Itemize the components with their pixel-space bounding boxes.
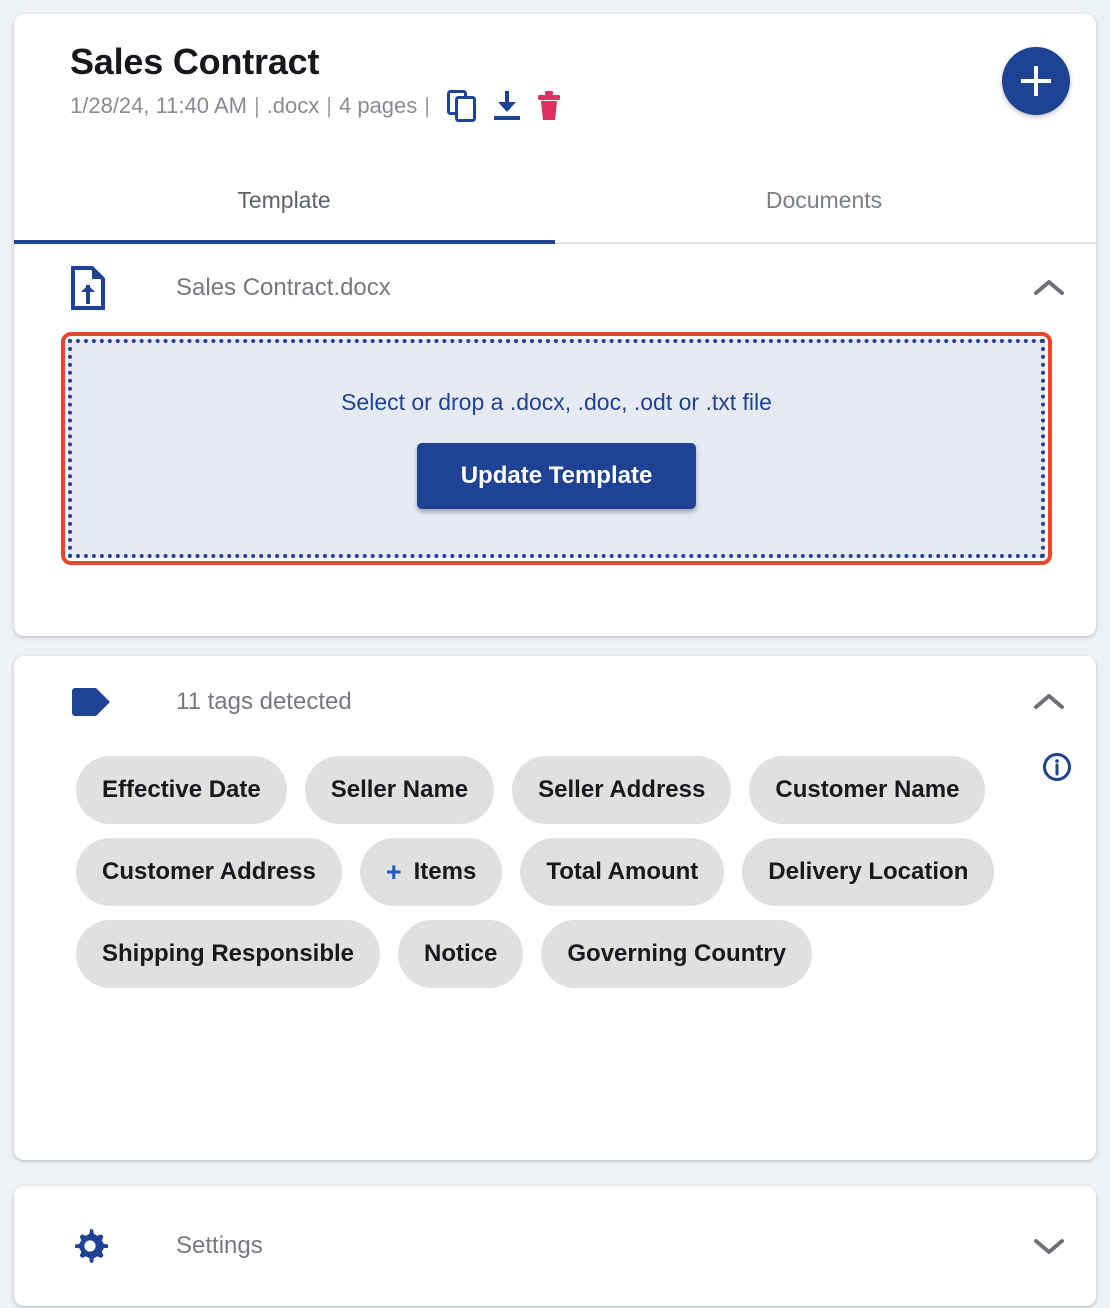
app-root: Sales Contract 1/28/24, 11:40 AM | .docx…: [0, 0, 1110, 1308]
active-tab-indicator: [14, 240, 555, 244]
download-icon[interactable]: [494, 91, 520, 121]
gear-icon: [70, 1226, 114, 1266]
plus-icon: +: [385, 856, 402, 887]
tag-chip[interactable]: Seller Name: [304, 756, 495, 824]
tags-card: 11 tags detected Effective Date Seller Na…: [14, 656, 1096, 1160]
settings-title: Settings: [176, 1232, 263, 1259]
tab-documents[interactable]: Documents: [554, 162, 1094, 242]
template-card: Sales Contract 1/28/24, 11:40 AM | .docx…: [14, 14, 1096, 636]
meta-separator: |: [326, 93, 332, 118]
tab-template[interactable]: Template: [14, 162, 554, 242]
file-upload-icon: [70, 266, 114, 310]
update-template-button[interactable]: Update Template: [416, 442, 697, 509]
tag-chip[interactable]: Seller Address: [512, 756, 732, 824]
add-button[interactable]: [1002, 47, 1070, 115]
tag-chip-label: Governing Country: [567, 940, 787, 967]
tag-chip[interactable]: Notice: [398, 920, 524, 988]
tag-chip[interactable]: Governing Country: [541, 920, 813, 988]
tag-chip[interactable]: + Items: [359, 838, 503, 906]
settings-row[interactable]: Settings: [14, 1186, 1096, 1306]
template-filename: Sales Contract.docx: [176, 274, 391, 301]
delete-icon[interactable]: [537, 91, 561, 121]
chevron-up-icon[interactable]: [1032, 685, 1066, 719]
tag-chip-label: Notice: [424, 940, 498, 967]
template-file-row[interactable]: Sales Contract.docx: [14, 244, 1096, 332]
meta-separator: |: [253, 93, 260, 118]
document-meta: 1/28/24, 11:40 AM | .docx | 4 pages |: [70, 90, 1066, 122]
tags-header-row[interactable]: 11 tags detected: [14, 656, 1096, 748]
tag-chip-label: Customer Address: [102, 858, 316, 885]
tag-chip[interactable]: Customer Name: [749, 756, 986, 824]
document-date: 1/28/24, 11:40 AM: [70, 93, 247, 118]
document-filetype: .docx: [266, 93, 320, 118]
tag-chip-label: Seller Name: [330, 776, 469, 803]
tag-chip-label: Shipping Responsible: [102, 940, 355, 967]
tag-chip-list: Effective Date Seller Name Seller Address C…: [14, 748, 1096, 988]
meta-separator: |: [424, 93, 430, 118]
dropzone-prompt: Select or drop a .docx, .doc, .odt or .t…: [341, 388, 772, 415]
tag-chip-label: Customer Name: [775, 776, 960, 803]
tag-chip[interactable]: Shipping Responsible: [76, 920, 381, 988]
tag-chip-label: Items: [413, 858, 477, 885]
file-dropzone[interactable]: Select or drop a .docx, .doc, .odt or .t…: [68, 339, 1045, 558]
tag-chip-label: Delivery Location: [768, 858, 969, 885]
document-page-count: 4 pages: [338, 93, 418, 118]
tag-chip[interactable]: Total Amount: [520, 838, 725, 906]
tag-chip-label: Total Amount: [546, 858, 699, 885]
tag-chip[interactable]: Effective Date: [76, 756, 287, 824]
dropzone-highlight: Select or drop a .docx, .doc, .odt or .t…: [61, 332, 1052, 565]
tag-chip-label: Effective Date: [102, 776, 261, 803]
copy-icon[interactable]: [447, 90, 477, 122]
settings-card: Settings: [14, 1186, 1096, 1306]
tags-title: 11 tags detected: [176, 688, 352, 715]
page-title: Sales Contract: [70, 41, 320, 82]
chevron-up-icon[interactable]: [1032, 271, 1066, 305]
tab-bar: Template Documents: [14, 162, 1096, 244]
document-header: Sales Contract 1/28/24, 11:40 AM | .docx…: [14, 14, 1096, 162]
tag-chip-label: Seller Address: [538, 776, 706, 803]
tag-chip[interactable]: Delivery Location: [742, 838, 995, 906]
tag-icon: [70, 686, 114, 718]
tag-chip[interactable]: Customer Address: [76, 838, 342, 906]
chevron-down-icon[interactable]: [1032, 1229, 1066, 1263]
document-action-icons: [447, 90, 561, 122]
info-circle-icon[interactable]: [1042, 752, 1072, 787]
